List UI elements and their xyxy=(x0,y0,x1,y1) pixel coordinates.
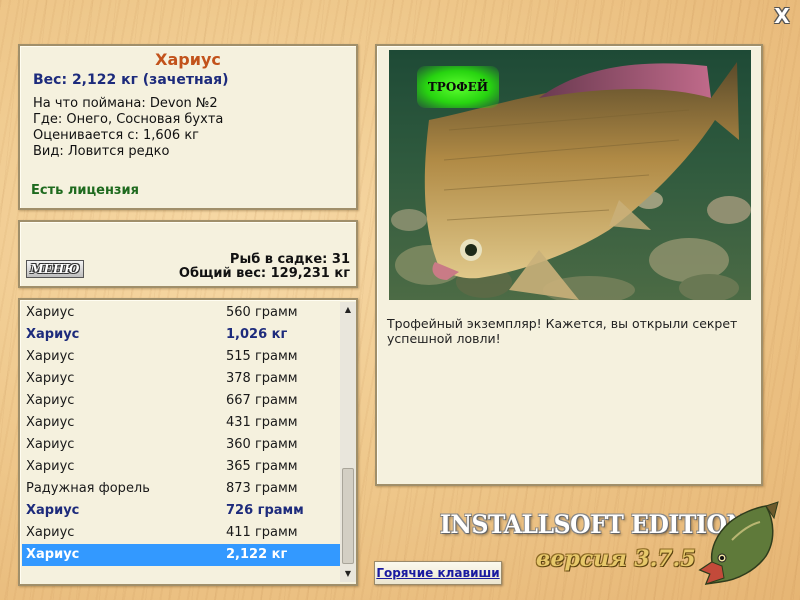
trophy-badge: ТРОФЕЙ xyxy=(417,66,499,108)
picture-panel: ТРОФЕЙ Трофейный экземпляр! Кажется, вы … xyxy=(375,44,763,486)
list-item[interactable]: Хариус 378 грамм xyxy=(22,368,340,390)
picture-caption: Трофейный экземпляр! Кажется, вы открыли… xyxy=(387,316,738,346)
license-status: Есть лицензия xyxy=(31,183,139,198)
fish-weight-value: 726 грамм xyxy=(226,503,304,518)
scrollbar[interactable]: ▲ ▼ xyxy=(340,302,356,582)
fish-weight-value: 378 грамм xyxy=(226,371,298,386)
list-item[interactable]: Хариус 1,026 кг xyxy=(22,324,340,346)
menu-button[interactable]: МЕНЮ xyxy=(26,260,84,278)
fish-name: Хариус xyxy=(26,305,75,320)
list-item[interactable]: Хариус 365 грамм xyxy=(22,456,340,478)
scroll-up-arrow-icon[interactable]: ▲ xyxy=(340,302,356,318)
list-item[interactable]: Хариус 360 грамм xyxy=(22,434,340,456)
scrollbar-thumb[interactable] xyxy=(342,468,354,564)
list-item[interactable]: Хариус 560 грамм xyxy=(22,302,340,324)
list-item[interactable]: Хариус 2,122 кг xyxy=(22,544,340,566)
fish-weight-value: 873 грамм xyxy=(226,481,298,496)
fish-count: Рыб в садке: 31 xyxy=(229,252,350,267)
fish-name: Хариус xyxy=(26,459,75,474)
fish-name: Хариус xyxy=(26,327,80,342)
fish-name: Хариус xyxy=(26,437,75,452)
fish-weight-value: 365 грамм xyxy=(226,459,298,474)
fish-name: Хариус xyxy=(26,371,75,386)
fish-weight-value: 2,122 кг xyxy=(226,547,288,562)
close-icon: X xyxy=(774,4,790,28)
fish-info-panel: Хариус Вес: 2,122 кг (зачетная) На что п… xyxy=(18,44,358,210)
list-item[interactable]: Радужная форель 873 грамм xyxy=(22,478,340,500)
fish-weight-value: 667 грамм xyxy=(226,393,298,408)
trophy-fish-photo: ТРОФЕЙ xyxy=(389,50,751,300)
fish-weight-value: 411 грамм xyxy=(226,525,298,540)
close-button[interactable]: X xyxy=(772,6,792,26)
fish-title: Хариус xyxy=(155,50,221,69)
fish-name: Хариус xyxy=(26,415,75,430)
scroll-down-arrow-icon[interactable]: ▼ xyxy=(340,566,356,582)
list-item[interactable]: Хариус 411 грамм xyxy=(22,522,340,544)
fish-name: Хариус xyxy=(26,503,80,518)
total-weight: Общий вес: 129,231 кг xyxy=(178,266,350,281)
bait-info: На что поймана: Devon №2 xyxy=(33,96,218,111)
fish-name: Хариус xyxy=(26,525,75,540)
fish-weight-value: 360 грамм xyxy=(226,437,298,452)
fish-name: Хариус xyxy=(26,349,75,364)
fish-weight-value: 560 грамм xyxy=(226,305,298,320)
rating-info: Оценивается с: 1,606 кг xyxy=(33,128,200,143)
catch-list: Хариус 560 грамм Хариус 1,026 кг Хариус 515 г… xyxy=(22,302,340,566)
list-item[interactable]: Хариус 515 грамм xyxy=(22,346,340,368)
fish-weight: Вес: 2,122 кг (зачетная) xyxy=(33,72,229,88)
location-info: Где: Онего, Сосновая бухта xyxy=(33,112,224,127)
hotkeys-button[interactable]: Горячие клавиши xyxy=(374,561,502,585)
list-item[interactable]: Хариус 726 грамм xyxy=(22,500,340,522)
fish-weight-value: 431 грамм xyxy=(226,415,298,430)
summary-panel: МЕНЮ Рыб в садке: 31 Общий вес: 129,231 … xyxy=(18,220,358,288)
fish-weight-value: 515 грамм xyxy=(226,349,298,364)
fish-weight-value: 1,026 кг xyxy=(226,327,288,342)
rarity-info: Вид: Ловится редко xyxy=(33,144,170,159)
list-item[interactable]: Хариус 431 грамм xyxy=(22,412,340,434)
pike-fish-icon xyxy=(698,501,779,585)
catch-list-panel: Хариус 560 грамм Хариус 1,026 кг Хариус 515 г… xyxy=(18,298,358,586)
list-item[interactable]: Хариус 667 грамм xyxy=(22,390,340,412)
version-label: версия 3.7.5 xyxy=(536,546,696,572)
fish-name: Хариус xyxy=(26,393,75,408)
fish-name: Хариус xyxy=(26,547,80,562)
fish-name: Радужная форель xyxy=(26,481,150,496)
